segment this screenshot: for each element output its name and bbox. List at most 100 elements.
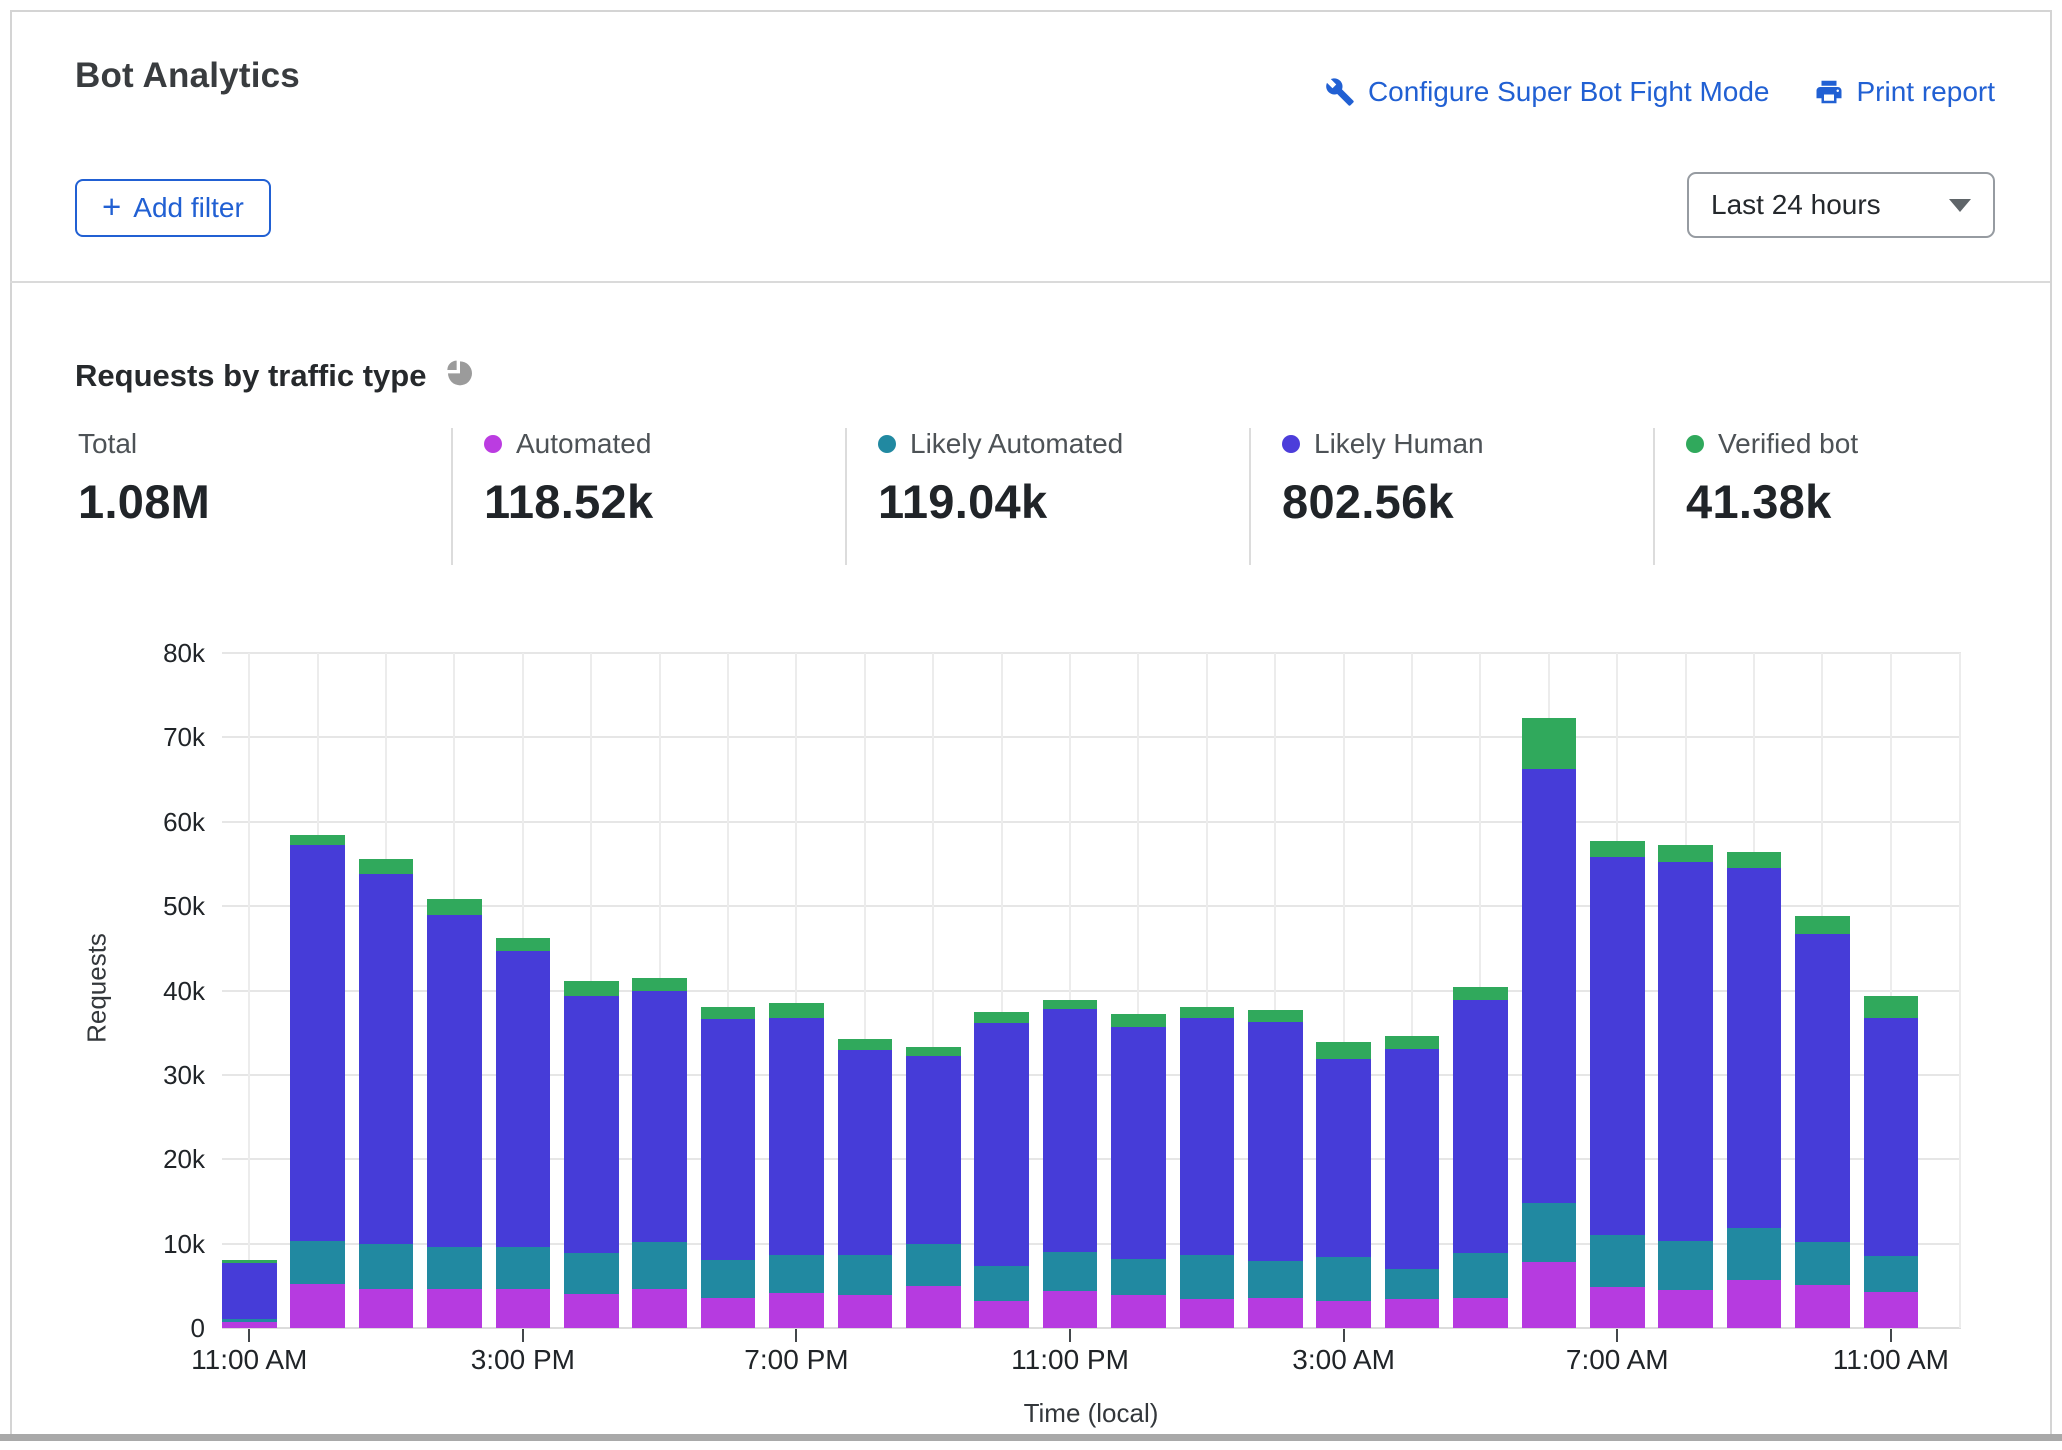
bar-segment-verified-bot[interactable] <box>427 899 482 915</box>
bar-segment-verified-bot[interactable] <box>1590 841 1645 857</box>
bar-300am[interactable] <box>1316 1042 1371 1328</box>
bar-segment-automated[interactable] <box>838 1295 893 1328</box>
bar-segment-likely-automated[interactable] <box>1727 1228 1782 1279</box>
bar-segment-automated[interactable] <box>1180 1299 1235 1328</box>
bar-segment-likely-human[interactable] <box>290 845 345 1241</box>
bar-200am[interactable] <box>1248 1010 1303 1328</box>
bar-segment-likely-automated[interactable] <box>701 1260 756 1298</box>
bar-segment-likely-automated[interactable] <box>1043 1252 1098 1291</box>
bar-segment-likely-automated[interactable] <box>564 1253 619 1294</box>
bar-segment-likely-automated[interactable] <box>290 1241 345 1284</box>
bar-segment-automated[interactable] <box>701 1298 756 1328</box>
bar-1200am[interactable] <box>1111 1014 1166 1328</box>
bar-segment-likely-automated[interactable] <box>838 1255 893 1296</box>
bar-segment-likely-automated[interactable] <box>1658 1241 1713 1290</box>
bar-segment-automated[interactable] <box>1795 1285 1850 1328</box>
bar-segment-likely-automated[interactable] <box>1522 1203 1577 1262</box>
bar-segment-verified-bot[interactable] <box>359 859 414 874</box>
bar-segment-likely-human[interactable] <box>1043 1009 1098 1252</box>
bar-300pm[interactable] <box>496 938 551 1328</box>
bar-400pm[interactable] <box>564 981 619 1328</box>
bar-segment-automated[interactable] <box>1453 1298 1508 1328</box>
bar-1000pm[interactable] <box>974 1012 1029 1328</box>
bar-segment-likely-automated[interactable] <box>1248 1261 1303 1298</box>
bar-segment-likely-automated[interactable] <box>1180 1255 1235 1299</box>
bar-segment-verified-bot[interactable] <box>1316 1042 1371 1059</box>
bar-segment-automated[interactable] <box>1385 1299 1440 1328</box>
bar-segment-likely-human[interactable] <box>1864 1018 1919 1256</box>
bar-segment-likely-human[interactable] <box>1453 1000 1508 1253</box>
bar-800pm[interactable] <box>838 1039 893 1328</box>
bar-segment-likely-human[interactable] <box>1590 857 1645 1235</box>
bar-segment-likely-human[interactable] <box>1727 868 1782 1228</box>
bar-segment-likely-automated[interactable] <box>1111 1259 1166 1295</box>
bar-segment-verified-bot[interactable] <box>1180 1007 1235 1017</box>
bar-segment-likely-automated[interactable] <box>1453 1253 1508 1299</box>
bar-1200pm[interactable] <box>290 835 345 1328</box>
bar-segment-likely-automated[interactable] <box>632 1242 687 1289</box>
bar-segment-likely-automated[interactable] <box>1385 1269 1440 1299</box>
bar-600pm[interactable] <box>701 1007 756 1328</box>
bar-segment-likely-automated[interactable] <box>496 1247 551 1289</box>
time-range-select[interactable]: Last 24 hours <box>1687 172 1995 238</box>
bar-segment-verified-bot[interactable] <box>496 938 551 951</box>
bar-600am[interactable] <box>1522 718 1577 1328</box>
bar-segment-likely-human[interactable] <box>1522 769 1577 1204</box>
bar-segment-verified-bot[interactable] <box>769 1003 824 1017</box>
bar-1100pm[interactable] <box>1043 1000 1098 1328</box>
bar-segment-automated[interactable] <box>1658 1290 1713 1328</box>
bar-400am[interactable] <box>1385 1036 1440 1328</box>
bar-segment-automated[interactable] <box>1590 1287 1645 1328</box>
bar-segment-likely-human[interactable] <box>769 1018 824 1255</box>
bar-segment-likely-human[interactable] <box>564 996 619 1253</box>
bar-segment-verified-bot[interactable] <box>1043 1000 1098 1009</box>
bar-100am[interactable] <box>1180 1007 1235 1328</box>
add-filter-button[interactable]: + Add filter <box>75 179 271 237</box>
bar-segment-verified-bot[interactable] <box>1795 916 1850 934</box>
bar-200pm[interactable] <box>427 899 482 1328</box>
bar-100pm[interactable] <box>359 859 414 1328</box>
bar-segment-likely-human[interactable] <box>974 1023 1029 1266</box>
bar-segment-automated[interactable] <box>427 1289 482 1328</box>
bar-segment-automated[interactable] <box>1727 1280 1782 1328</box>
configure-super-bot-fight-mode-link[interactable]: Configure Super Bot Fight Mode <box>1325 76 1770 108</box>
bar-segment-verified-bot[interactable] <box>1658 845 1713 862</box>
bar-segment-verified-bot[interactable] <box>1522 718 1577 769</box>
bar-segment-verified-bot[interactable] <box>1385 1036 1440 1049</box>
bar-segment-likely-human[interactable] <box>1795 934 1850 1242</box>
bar-segment-automated[interactable] <box>906 1286 961 1328</box>
bar-segment-automated[interactable] <box>769 1293 824 1328</box>
bar-segment-automated[interactable] <box>290 1284 345 1328</box>
bar-segment-automated[interactable] <box>632 1289 687 1328</box>
bar-500am[interactable] <box>1453 987 1508 1328</box>
bar-segment-verified-bot[interactable] <box>974 1012 1029 1023</box>
bar-segment-likely-human[interactable] <box>1180 1018 1235 1256</box>
bar-segment-automated[interactable] <box>1248 1298 1303 1328</box>
stat-automated[interactable]: Automated 118.52k <box>484 428 653 529</box>
bar-segment-likely-automated[interactable] <box>1590 1235 1645 1286</box>
bar-segment-verified-bot[interactable] <box>1864 996 1919 1018</box>
stat-likely-automated[interactable]: Likely Automated 119.04k <box>878 428 1123 529</box>
bar-segment-likely-human[interactable] <box>906 1056 961 1243</box>
print-report-link[interactable]: Print report <box>1814 76 1996 108</box>
bar-700am[interactable] <box>1590 841 1645 1328</box>
bar-segment-automated[interactable] <box>1316 1301 1371 1328</box>
bar-segment-automated[interactable] <box>1864 1292 1919 1328</box>
bar-segment-likely-automated[interactable] <box>359 1244 414 1290</box>
bar-segment-likely-human[interactable] <box>701 1019 756 1259</box>
bar-segment-verified-bot[interactable] <box>1727 852 1782 868</box>
bar-segment-verified-bot[interactable] <box>632 978 687 992</box>
bar-segment-likely-automated[interactable] <box>1316 1257 1371 1301</box>
bar-900am[interactable] <box>1727 852 1782 1328</box>
bar-500pm[interactable] <box>632 978 687 1328</box>
bar-segment-likely-human[interactable] <box>1248 1022 1303 1261</box>
stat-total[interactable]: Total 1.08M <box>78 428 210 529</box>
bar-segment-likely-human[interactable] <box>359 874 414 1244</box>
bar-segment-automated[interactable] <box>974 1301 1029 1328</box>
bar-segment-likely-human[interactable] <box>1316 1059 1371 1257</box>
bar-segment-likely-human[interactable] <box>496 951 551 1247</box>
bar-segment-likely-automated[interactable] <box>906 1244 961 1286</box>
bar-segment-likely-human[interactable] <box>1111 1027 1166 1259</box>
bar-segment-automated[interactable] <box>1043 1291 1098 1328</box>
stat-likely-human[interactable]: Likely Human 802.56k <box>1282 428 1484 529</box>
